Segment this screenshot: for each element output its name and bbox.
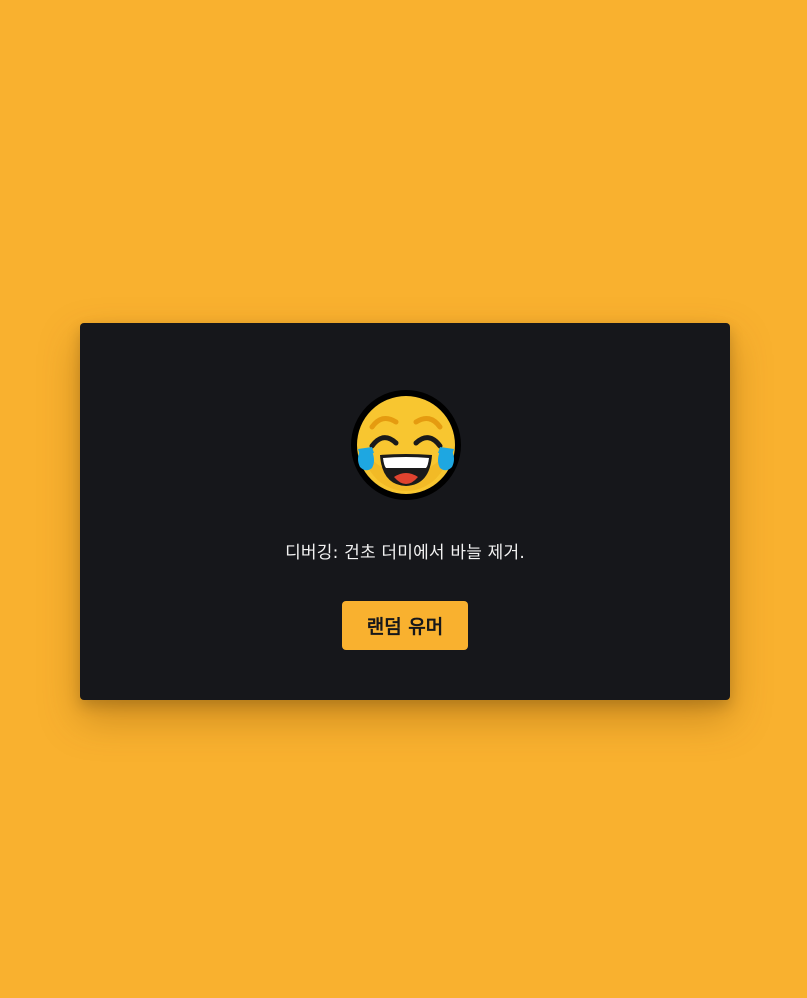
joke-text: 디버깅: 건초 더미에서 바늘 제거.: [285, 543, 525, 563]
face-with-tears-of-joy-icon: [350, 389, 462, 501]
random-humor-button[interactable]: 랜덤 유머: [342, 601, 468, 650]
joke-card: 디버깅: 건초 더미에서 바늘 제거. 랜덤 유머: [80, 323, 730, 700]
